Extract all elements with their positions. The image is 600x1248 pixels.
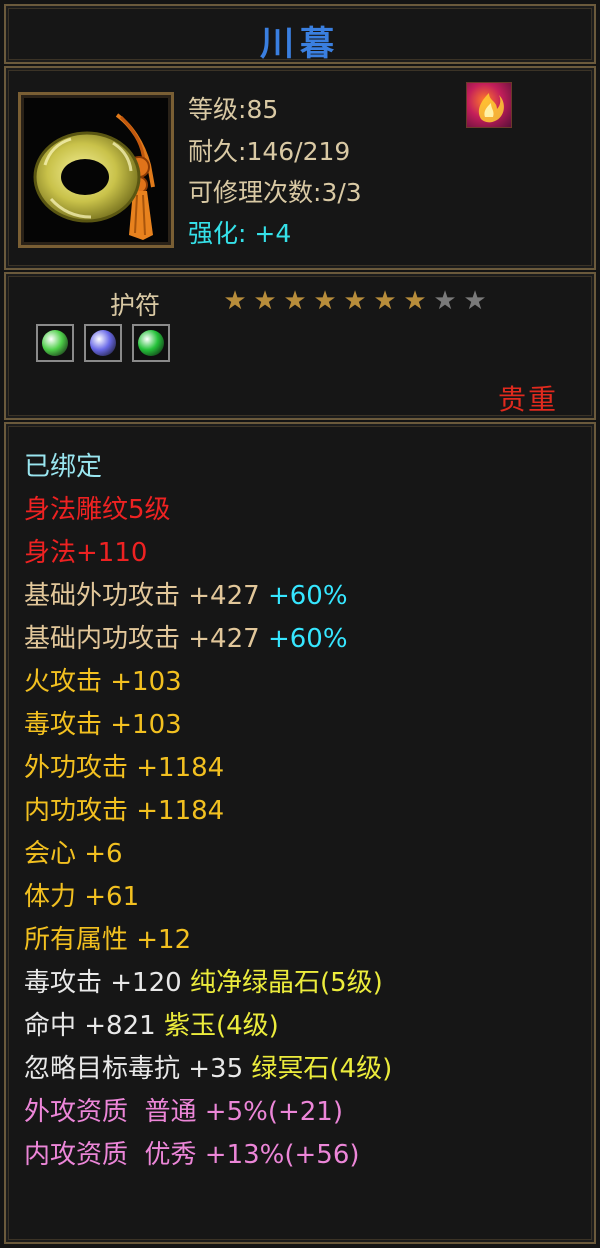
enhance-label: 强化 [188,219,239,248]
attribute-text: 体力 +61 [24,882,140,912]
attribute-line: 内功攻击 +1184 [24,796,224,826]
star-filled-icon: ★ [403,286,427,316]
attribute-percent-bonus: +60% [259,581,348,611]
star-empty-icon: ★ [433,286,457,316]
attribute-line: 所有属性 +12 [24,925,191,955]
attribute-text: 忽略目标毒抗 +35 [24,1054,244,1084]
enhance-value: +4 [254,219,292,248]
attribute-text: 内攻资质 优秀 +13%(+56) [24,1140,360,1170]
attribute-text: 基础外功攻击 +427 [24,581,260,611]
attribute-line: 命中 +821 紫玉(4级) [24,1011,279,1041]
attribute-line: 身法+110 [24,538,147,568]
attribute-line: 基础外功攻击 +427 +60% [24,581,348,611]
attribute-line: 内攻资质 优秀 +13%(+56) [24,1140,360,1170]
attribute-line: 火攻击 +103 [24,667,182,697]
flame-badge-icon[interactable] [466,82,512,128]
attribute-line: 基础内功攻击 +427 +60% [24,624,348,654]
star-filled-icon: ★ [373,286,397,316]
item-name: 川暮 [260,24,340,64]
attribute-text: 毒攻击 +103 [24,710,182,740]
attribute-gem-source: 紫玉(4级) [155,1011,279,1041]
rarity-label: 贵重 [498,383,559,416]
attribute-text: 会心 +6 [24,839,123,869]
durability-value: 146/219 [246,137,351,166]
attribute-line: 外功攻击 +1184 [24,753,224,783]
green-gem-icon[interactable] [36,324,74,362]
star-rating: ★ ★ ★ ★ ★ ★ ★ ★ ★ [220,288,490,314]
attribute-gem-source: 纯净绿晶石(5级) [181,968,383,998]
item-type-panel: 护符 ★ ★ ★ ★ ★ ★ ★ ★ ★ 贵重 [4,272,596,420]
attribute-text: 火攻击 +103 [24,667,182,697]
attribute-percent-bonus: +60% [259,624,348,654]
enhance-line: 强化: +4 [188,214,291,250]
level-line: 等级:85 [188,90,278,126]
item-tooltip: 川暮 等级:85 耐久:146/219 可修理次数:3/3 强化: +4 护符 … [0,0,600,1248]
attribute-text: 基础内功攻击 +427 [24,624,260,654]
attribute-text: 所有属性 +12 [24,925,192,955]
star-filled-icon: ★ [223,286,247,316]
star-empty-icon: ★ [463,286,487,316]
purple-gem-icon[interactable] [84,324,122,362]
repair-value: 3/3 [321,178,362,207]
attribute-line: 毒攻击 +103 [24,710,182,740]
attribute-gem-source: 绿冥石(4级) [243,1054,393,1084]
attribute-text: 毒攻击 +120 [24,968,182,998]
item-type: 护符 [110,291,161,320]
attribute-line: 已绑定 [24,452,102,482]
durability-label: 耐久 [188,137,239,166]
attribute-line: 毒攻击 +120 纯净绿晶石(5级) [24,968,383,998]
attribute-text: 命中 +821 [24,1011,156,1041]
attribute-line: 身法雕纹5级 [24,495,171,525]
star-filled-icon: ★ [283,286,307,316]
item-info-panel: 等级:85 耐久:146/219 可修理次数:3/3 强化: +4 [4,66,596,270]
jade-pendant-icon [18,92,174,248]
star-filled-icon: ★ [313,286,337,316]
durability-line: 耐久:146/219 [188,132,350,168]
attribute-line: 忽略目标毒抗 +35 绿冥石(4级) [24,1054,392,1084]
repair-line: 可修理次数:3/3 [188,173,362,209]
star-filled-icon: ★ [343,286,367,316]
attribute-text: 身法雕纹5级 [24,495,171,525]
level-label: 等级 [188,95,239,124]
title-bar: 川暮 [4,4,596,64]
attribute-text: 内功攻击 +1184 [24,796,225,826]
level-value: 85 [246,95,279,124]
enhance-separator: : [238,219,255,248]
attribute-panel: 已绑定 身法雕纹5级 身法+110 基础外功攻击 +427 +60% 基础内功攻击 +4… [4,422,596,1244]
attribute-text: 已绑定 [24,452,103,482]
repair-label: 可修理次数 [188,178,314,207]
attribute-line: 会心 +6 [24,839,123,869]
attribute-text: 外攻资质 普通 +5%(+21) [24,1097,343,1127]
attribute-line: 外攻资质 普通 +5%(+21) [24,1097,343,1127]
attribute-line: 体力 +61 [24,882,139,912]
attribute-text: 身法+110 [24,538,148,568]
attribute-text: 外功攻击 +1184 [24,753,225,783]
emerald-gem-icon[interactable] [132,324,170,362]
star-filled-icon: ★ [253,286,277,316]
